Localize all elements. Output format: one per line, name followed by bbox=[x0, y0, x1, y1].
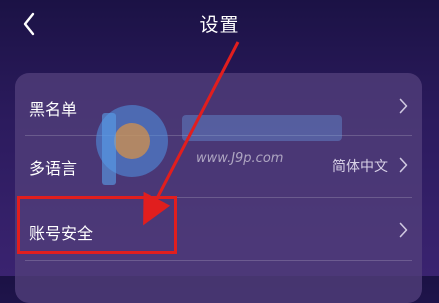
settings-row-value: 简体中文 bbox=[332, 159, 388, 175]
settings-row-label: 多语言 bbox=[29, 159, 78, 178]
watermark-url: www.J9p.com bbox=[196, 151, 284, 166]
chevron-right-icon bbox=[399, 157, 408, 173]
settings-row-label: 黑名单 bbox=[29, 100, 78, 119]
page-title: 设置 bbox=[199, 14, 240, 36]
settings-card: 黑名单 多语言 简体中文 账号安全 bbox=[15, 73, 422, 303]
chevron-right-icon bbox=[399, 222, 408, 238]
divider bbox=[25, 260, 412, 261]
chevron-right-icon bbox=[399, 98, 408, 114]
settings-row-blacklist[interactable]: 黑名单 bbox=[15, 77, 422, 135]
header-bar: 设置 bbox=[0, 0, 439, 46]
highlight-box bbox=[17, 196, 177, 254]
